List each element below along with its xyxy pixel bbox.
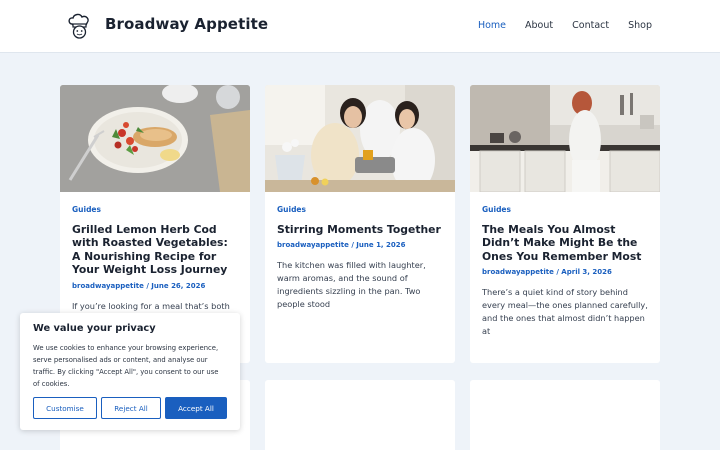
cookie-text: We use cookies to enhance your browsing … — [33, 344, 219, 388]
post-excerpt: The kitchen was filled with laughter, wa… — [277, 260, 426, 310]
nav-contact[interactable]: Contact — [572, 20, 609, 31]
post-meta[interactable]: broadwayappetite / April 3, 2026 — [482, 268, 648, 276]
post-card-placeholder[interactable] — [265, 380, 455, 450]
post-excerpt: There’s a quiet kind of story behind eve… — [482, 287, 648, 337]
main-nav: Home About Contact Shop — [478, 20, 652, 31]
post-title[interactable]: The Meals You Almost Didn’t Make Might B… — [482, 223, 648, 263]
cookie-buttons: Customise Reject All Accept All — [33, 397, 227, 419]
post-image-kitchen[interactable] — [470, 85, 660, 192]
accept-all-button[interactable]: Accept All — [165, 397, 227, 419]
cookie-title: We value your privacy — [33, 323, 156, 334]
post-title[interactable]: Grilled Lemon Herb Cod with Roasted Vege… — [72, 223, 238, 277]
nav-about[interactable]: About — [525, 20, 553, 31]
site-title[interactable]: Broadway Appetite — [105, 15, 268, 33]
site-header: Broadway Appetite Home About Contact Sho… — [0, 0, 720, 53]
post-title[interactable]: Stirring Moments Together — [277, 223, 443, 236]
post-card[interactable]: Guides Stirring Moments Together broadwa… — [265, 85, 455, 363]
post-card-placeholder[interactable] — [470, 380, 660, 450]
post-category[interactable]: Guides — [72, 205, 238, 214]
post-excerpt: If you’re looking for a meal that’s both — [72, 300, 230, 311]
post-meta[interactable]: broadwayappetite / June 26, 2026 — [72, 282, 238, 290]
reject-all-button[interactable]: Reject All — [101, 397, 161, 419]
post-meta[interactable]: broadwayappetite / June 1, 2026 — [277, 241, 443, 249]
post-image-cooking-together[interactable] — [265, 85, 455, 192]
customise-button[interactable]: Customise — [33, 397, 97, 419]
cookie-consent-banner: We value your privacy We use cookies to … — [20, 313, 240, 430]
post-category[interactable]: Guides — [482, 205, 648, 214]
post-card[interactable]: Guides The Meals You Almost Didn’t Make … — [470, 85, 660, 363]
nav-home[interactable]: Home — [478, 20, 506, 31]
chef-hat-icon[interactable] — [64, 11, 94, 41]
nav-shop[interactable]: Shop — [628, 20, 652, 31]
post-image-cod-dish[interactable] — [60, 85, 250, 192]
post-category[interactable]: Guides — [277, 205, 443, 214]
